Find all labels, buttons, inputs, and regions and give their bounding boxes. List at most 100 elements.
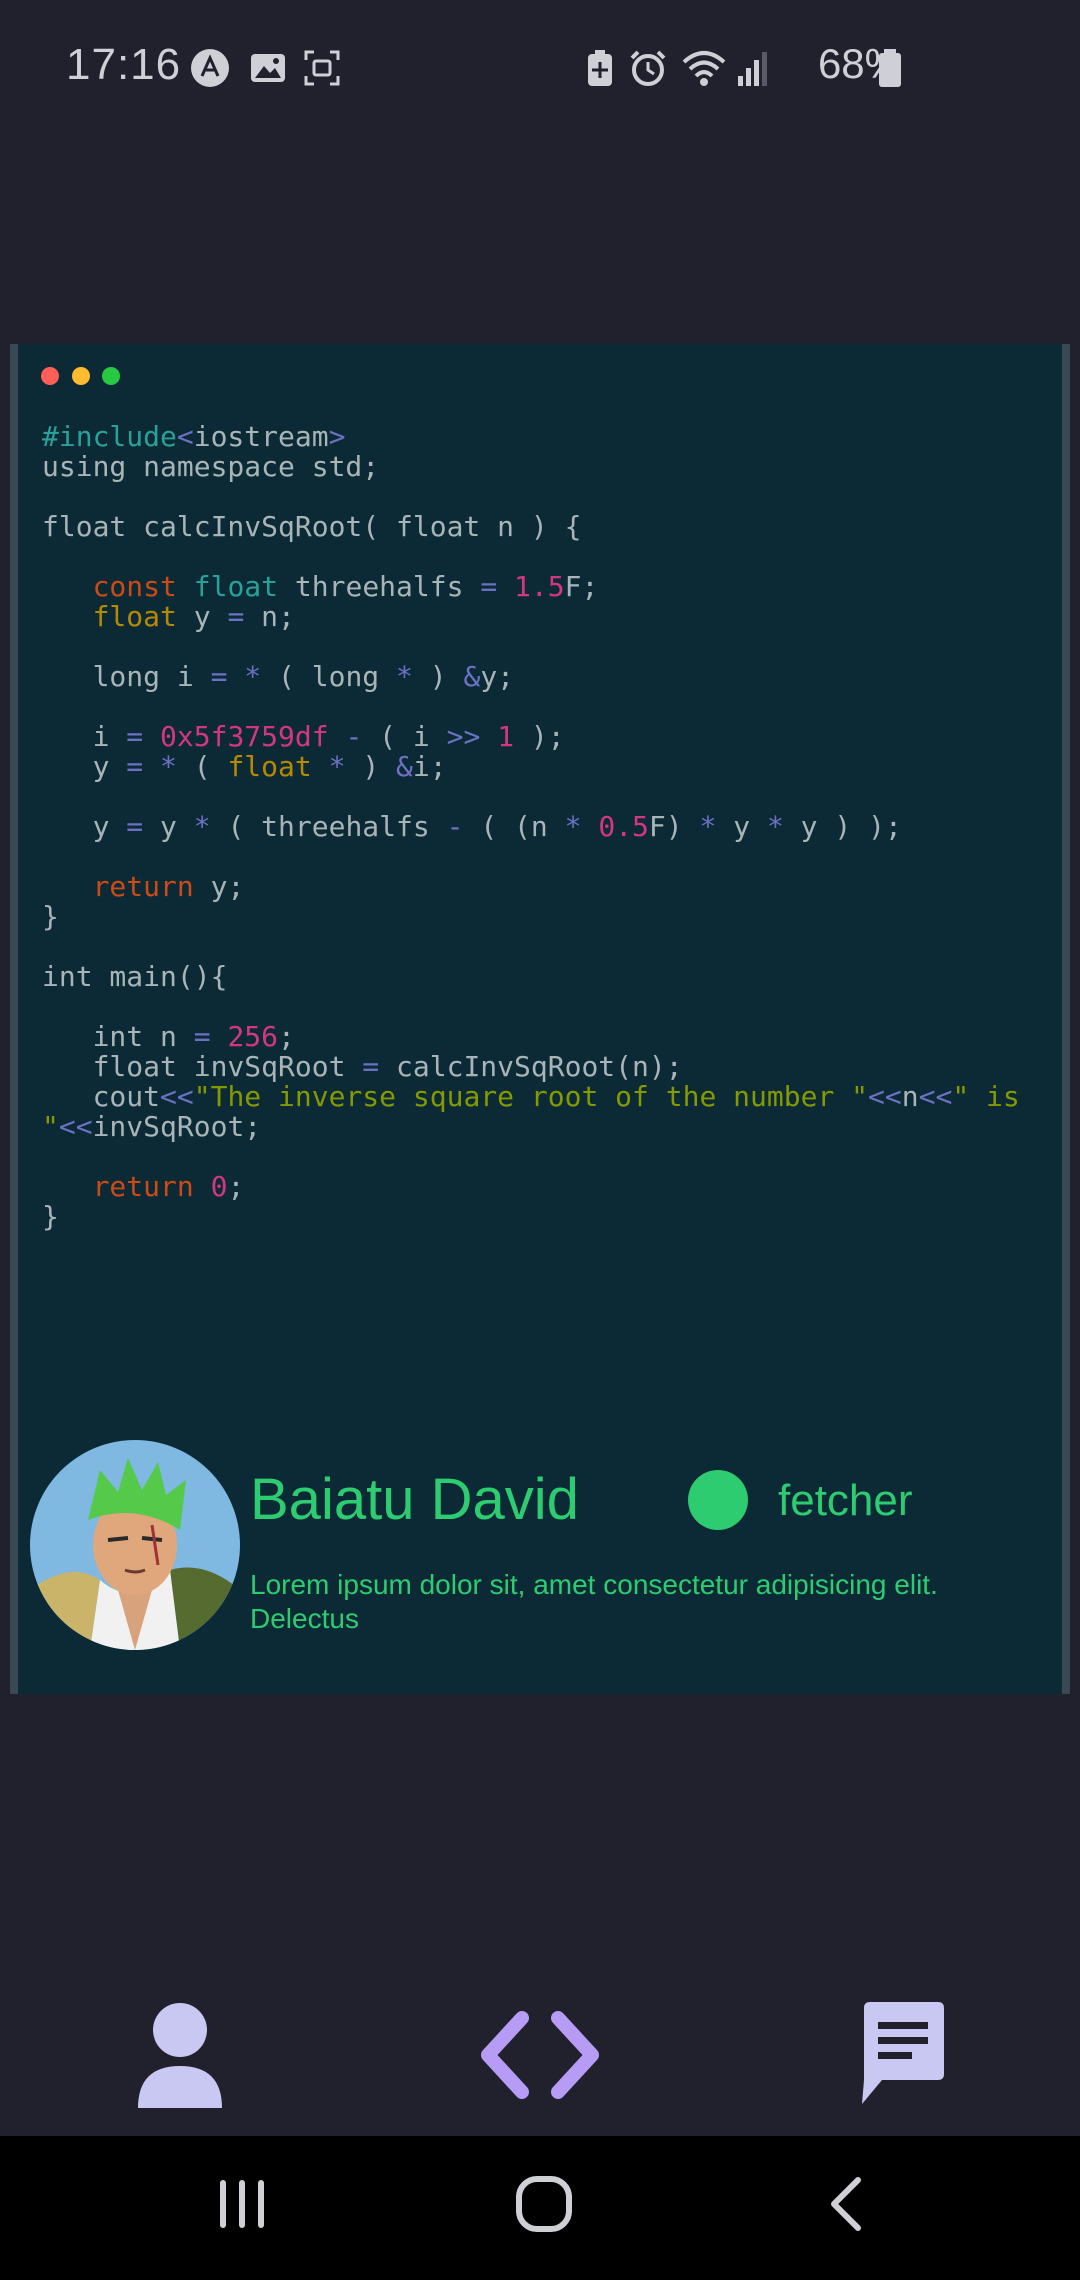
code-token: - xyxy=(446,810,464,843)
maximize-dot xyxy=(102,367,120,385)
code-token: " is xyxy=(952,1080,1020,1113)
code-line: int n = 256; xyxy=(42,1022,1052,1052)
code-token: = xyxy=(362,1050,380,1083)
code-line: cout<<"The inverse square root of the nu… xyxy=(42,1082,1052,1112)
code-nav-button[interactable] xyxy=(470,2000,610,2114)
alarm-icon xyxy=(630,50,666,86)
code-line: long i = * ( long * ) &y; xyxy=(42,662,1052,692)
code-token: * xyxy=(564,810,582,843)
code-token: 1.5 xyxy=(514,570,565,603)
avatar[interactable] xyxy=(30,1440,240,1650)
code-token: = xyxy=(126,810,144,843)
code-token: y; xyxy=(480,660,515,693)
code-line: using namespace std; xyxy=(42,452,1052,482)
code-token: return xyxy=(92,1170,194,1203)
code-token: float calcInvSqRoot( float n ) { xyxy=(42,510,582,543)
code-token: ( i xyxy=(362,720,447,753)
code-token: calcInvSqRoot(n); xyxy=(379,1050,683,1083)
code-token: const xyxy=(92,570,177,603)
close-dot xyxy=(41,367,59,385)
code-line: "<<invSqRoot; xyxy=(42,1112,1052,1142)
code-token: int main(){ xyxy=(42,960,228,993)
code-token: y xyxy=(716,810,767,843)
code-token: 0x5f3759df xyxy=(160,720,329,753)
code-token: * xyxy=(699,810,717,843)
code-token: & xyxy=(463,660,481,693)
code-token: } xyxy=(42,1200,59,1233)
code-token: float xyxy=(193,570,279,603)
code-line: i = 0x5f3759df - ( i >> 1 ); xyxy=(42,722,1052,752)
code-line: float invSqRoot = calcInvSqRoot(n); xyxy=(42,1052,1052,1082)
code-token: ; xyxy=(278,1020,295,1053)
code-token: ); xyxy=(514,720,565,753)
code-token: } xyxy=(42,900,59,933)
code-block: #include<iostream> using namespace std; fl… xyxy=(42,422,1052,1232)
code-line: y = y * ( threehalfs - ( (n * 0.5F) * y … xyxy=(42,812,1052,842)
code-line: int main(){ xyxy=(42,962,1052,992)
person-icon xyxy=(138,2003,222,2108)
autofill-icon xyxy=(191,49,229,87)
home-icon xyxy=(516,2176,572,2232)
code-token: int n xyxy=(42,1020,194,1053)
code-token: & xyxy=(396,750,413,783)
code-token: ( (n xyxy=(463,810,565,843)
code-token: * xyxy=(244,660,262,693)
code-token: using namespace std; xyxy=(42,450,380,483)
profile-name: Baiatu David xyxy=(250,1467,579,1532)
code-token: 1 xyxy=(497,720,515,753)
code-token: * xyxy=(160,750,177,783)
profile-nav-button[interactable] xyxy=(130,2000,230,2114)
card-border-right xyxy=(1062,344,1070,1694)
code-token: threehalfs xyxy=(278,570,481,603)
code-token: n xyxy=(901,1080,919,1113)
chat-icon xyxy=(862,2002,944,2104)
code-token: y xyxy=(176,600,228,633)
code-token: #include xyxy=(42,420,177,453)
code-token: * xyxy=(766,810,784,843)
code-token: "The inverse square root of the number " xyxy=(193,1080,869,1113)
code-token: * xyxy=(193,810,211,843)
status-indicator xyxy=(688,1470,748,1530)
code-token: invSqRoot; xyxy=(92,1110,262,1143)
minimize-dot xyxy=(72,367,90,385)
back-button[interactable] xyxy=(824,2174,868,2238)
chat-nav-button[interactable] xyxy=(858,2000,948,2114)
code-token: y xyxy=(143,810,194,843)
home-button[interactable] xyxy=(514,2174,574,2238)
battery-icon xyxy=(879,49,901,87)
code-token: > xyxy=(328,420,346,453)
code-token: ( long xyxy=(261,660,397,693)
code-token: 0 xyxy=(210,1170,228,1203)
code-icon xyxy=(481,2011,599,2099)
code-line: return y; xyxy=(42,872,1052,902)
code-line: float y = n; xyxy=(42,602,1052,632)
code-token: << xyxy=(868,1080,902,1113)
recents-button[interactable] xyxy=(214,2174,270,2238)
code-token: < xyxy=(176,420,194,453)
code-token: >> xyxy=(446,720,481,753)
code-token: * xyxy=(396,660,413,693)
battery-saver-icon xyxy=(588,50,612,86)
code-token: i; xyxy=(412,750,447,783)
code-token: long i xyxy=(42,660,211,693)
status-bar: 17:16 68% xyxy=(0,0,1080,136)
profile-role: fetcher xyxy=(778,1476,913,1525)
code-token: ; xyxy=(227,1170,245,1203)
code-token: 0.5 xyxy=(598,810,649,843)
code-token: ( threehalfs xyxy=(210,810,447,843)
wifi-icon xyxy=(682,51,726,86)
code-token: float invSqRoot xyxy=(42,1050,363,1083)
code-line: #include<iostream> xyxy=(42,422,1052,452)
